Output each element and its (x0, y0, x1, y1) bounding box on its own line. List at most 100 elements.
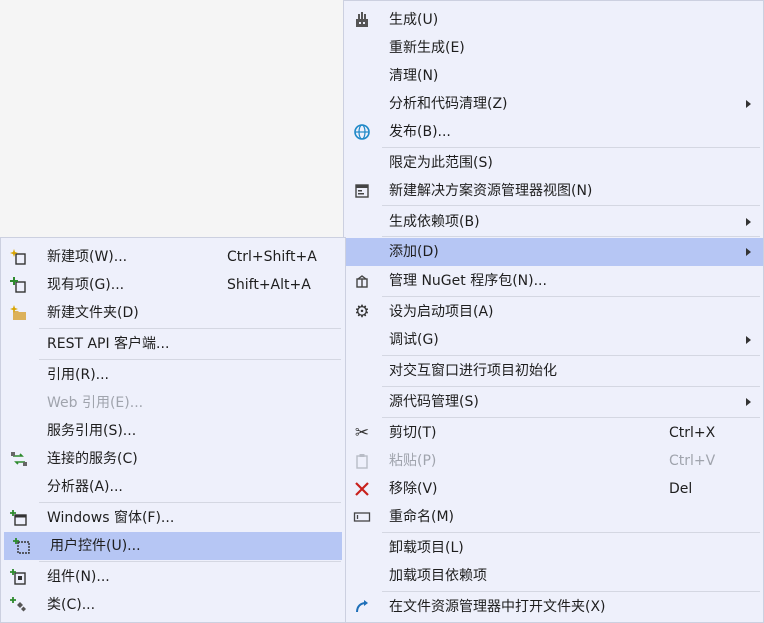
menu-item-new-explorer-view[interactable]: 新建解决方案资源管理器视图(N) (344, 177, 763, 205)
connected-service-icon (9, 449, 29, 469)
menu-item-label: 源代码管理(S) (389, 394, 479, 410)
menu-item-unload-project[interactable]: 卸载项目(L) (344, 534, 763, 562)
menu-item-debug[interactable]: 调试(G) (344, 326, 763, 354)
submenu-arrow-icon (746, 336, 751, 344)
menu-item-label: 添加(D) (389, 244, 439, 260)
menu-item-label: 重新生成(E) (389, 40, 465, 56)
menu-item-source-control[interactable]: 源代码管理(S) (344, 388, 763, 416)
publish-globe-icon (352, 122, 372, 142)
submenu-item-rest-api-client[interactable]: REST API 客户端... (1, 330, 345, 358)
menu-item-paste[interactable]: 粘贴(P) Ctrl+V (344, 447, 763, 475)
submenu-item-label: 分析器(A)... (47, 479, 123, 495)
submenu-item-label: 服务引用(S)... (47, 423, 137, 439)
existing-item-icon (9, 275, 29, 295)
menu-item-open-in-explorer[interactable]: 在文件资源管理器中打开文件夹(X) (344, 593, 763, 621)
menu-item-label: 移除(V) (389, 481, 438, 497)
menu-item-publish[interactable]: 发布(B)... (344, 118, 763, 146)
submenu-item-connected-service[interactable]: 连接的服务(C) (1, 445, 345, 473)
submenu-item-new-folder[interactable]: 新建文件夹(D) (1, 299, 345, 327)
menu-separator (382, 532, 760, 533)
menu-item-set-startup[interactable]: ⚙ 设为启动项目(A) (344, 298, 763, 326)
menu-separator (382, 296, 760, 297)
menu-item-label: 在文件资源管理器中打开文件夹(X) (389, 599, 606, 615)
submenu-item-reference[interactable]: 引用(R)... (1, 361, 345, 389)
menu-item-label: 清理(N) (389, 68, 439, 84)
menu-item-label: 设为启动项目(A) (389, 304, 494, 320)
submenu-item-label: Web 引用(E)... (47, 395, 144, 411)
menu-item-interactive-init[interactable]: 对交互窗口进行项目初始化 (344, 357, 763, 385)
menu-separator (39, 502, 341, 503)
new-view-icon (352, 181, 372, 201)
submenu-item-user-control[interactable]: 用户控件(U)... (4, 532, 342, 560)
menu-item-rename[interactable]: 重命名(M) (344, 503, 763, 531)
add-submenu: 新建项(W)... Ctrl+Shift+A 现有项(G)... Shift+A… (0, 237, 346, 623)
submenu-item-component[interactable]: 组件(N)... (1, 563, 345, 591)
menu-item-build-dependencies[interactable]: 生成依赖项(B) (344, 208, 763, 236)
menu-item-build[interactable]: 生成(U) (344, 6, 763, 34)
submenu-item-label: 用户控件(U)... (50, 538, 141, 554)
windows-form-icon (9, 508, 29, 528)
submenu-item-windows-form[interactable]: Windows 窗体(F)... (1, 504, 345, 532)
menu-separator (39, 561, 341, 562)
new-folder-icon (9, 303, 29, 323)
submenu-item-label: 类(C)... (47, 597, 96, 613)
menu-item-label: 限定为此范围(S) (389, 155, 493, 171)
menu-item-manage-nuget[interactable]: 管理 NuGet 程序包(N)... (344, 267, 763, 295)
menu-item-load-dependencies[interactable]: 加载项目依赖项 (344, 562, 763, 590)
rename-icon (352, 507, 372, 527)
menu-item-shortcut: Ctrl+X (669, 425, 716, 441)
menu-item-clean[interactable]: 清理(N) (344, 62, 763, 90)
menu-item-analyze-cleanup[interactable]: 分析和代码清理(Z) (344, 90, 763, 118)
menu-separator (382, 591, 760, 592)
submenu-item-shortcut: Ctrl+Shift+A (227, 249, 317, 265)
menu-item-label: 剪切(T) (389, 425, 437, 441)
remove-x-icon (352, 479, 372, 499)
menu-separator (382, 236, 760, 237)
submenu-item-service-reference[interactable]: 服务引用(S)... (1, 417, 345, 445)
new-item-icon (9, 247, 29, 267)
gear-icon: ⚙ (354, 301, 370, 322)
paste-icon (352, 451, 372, 471)
menu-item-scope-to-this[interactable]: 限定为此范围(S) (344, 149, 763, 177)
menu-separator (382, 355, 760, 356)
submenu-arrow-icon (746, 248, 751, 256)
submenu-item-label: REST API 客户端... (47, 336, 170, 352)
menu-item-label: 生成依赖项(B) (389, 214, 480, 230)
submenu-item-analyzer[interactable]: 分析器(A)... (1, 473, 345, 501)
scissors-icon: ✂ (354, 422, 370, 443)
menu-item-label: 卸载项目(L) (389, 540, 464, 556)
submenu-item-label: 引用(R)... (47, 367, 110, 383)
menu-item-cut[interactable]: ✂ 剪切(T) Ctrl+X (344, 419, 763, 447)
user-control-icon (12, 536, 32, 556)
submenu-item-label: 新建文件夹(D) (47, 305, 139, 321)
menu-separator (382, 147, 760, 148)
menu-separator (382, 205, 760, 206)
menu-separator (382, 417, 760, 418)
submenu-item-label: Windows 窗体(F)... (47, 510, 175, 526)
submenu-item-new-item[interactable]: 新建项(W)... Ctrl+Shift+A (1, 243, 345, 271)
build-icon (352, 10, 372, 30)
component-icon (9, 567, 29, 587)
solution-context-menu: 生成(U) 重新生成(E) 清理(N) 分析和代码清理(Z) 发布(B)... … (343, 0, 764, 623)
submenu-arrow-icon (746, 100, 751, 108)
menu-item-label: 调试(G) (389, 332, 439, 348)
menu-separator (39, 359, 341, 360)
menu-item-remove[interactable]: 移除(V) Del (344, 475, 763, 503)
menu-item-label: 新建解决方案资源管理器视图(N) (389, 183, 593, 199)
submenu-item-label: 现有项(G)... (47, 277, 125, 293)
menu-item-label: 管理 NuGet 程序包(N)... (389, 273, 547, 289)
menu-item-shortcut: Ctrl+V (669, 453, 716, 469)
menu-separator (39, 328, 341, 329)
menu-item-label: 加载项目依赖项 (389, 568, 487, 584)
submenu-item-label: 组件(N)... (47, 569, 110, 585)
submenu-item-class[interactable]: 类(C)... (1, 591, 345, 619)
menu-item-label: 对交互窗口进行项目初始化 (389, 363, 557, 379)
menu-item-rebuild[interactable]: 重新生成(E) (344, 34, 763, 62)
submenu-arrow-icon (746, 218, 751, 226)
menu-item-label: 粘贴(P) (389, 453, 437, 469)
menu-separator (382, 386, 760, 387)
menu-item-add[interactable]: 添加(D) (344, 238, 763, 266)
submenu-item-existing-item[interactable]: 现有项(G)... Shift+Alt+A (1, 271, 345, 299)
submenu-item-shortcut: Shift+Alt+A (227, 277, 311, 293)
submenu-item-web-reference[interactable]: Web 引用(E)... (1, 389, 345, 417)
